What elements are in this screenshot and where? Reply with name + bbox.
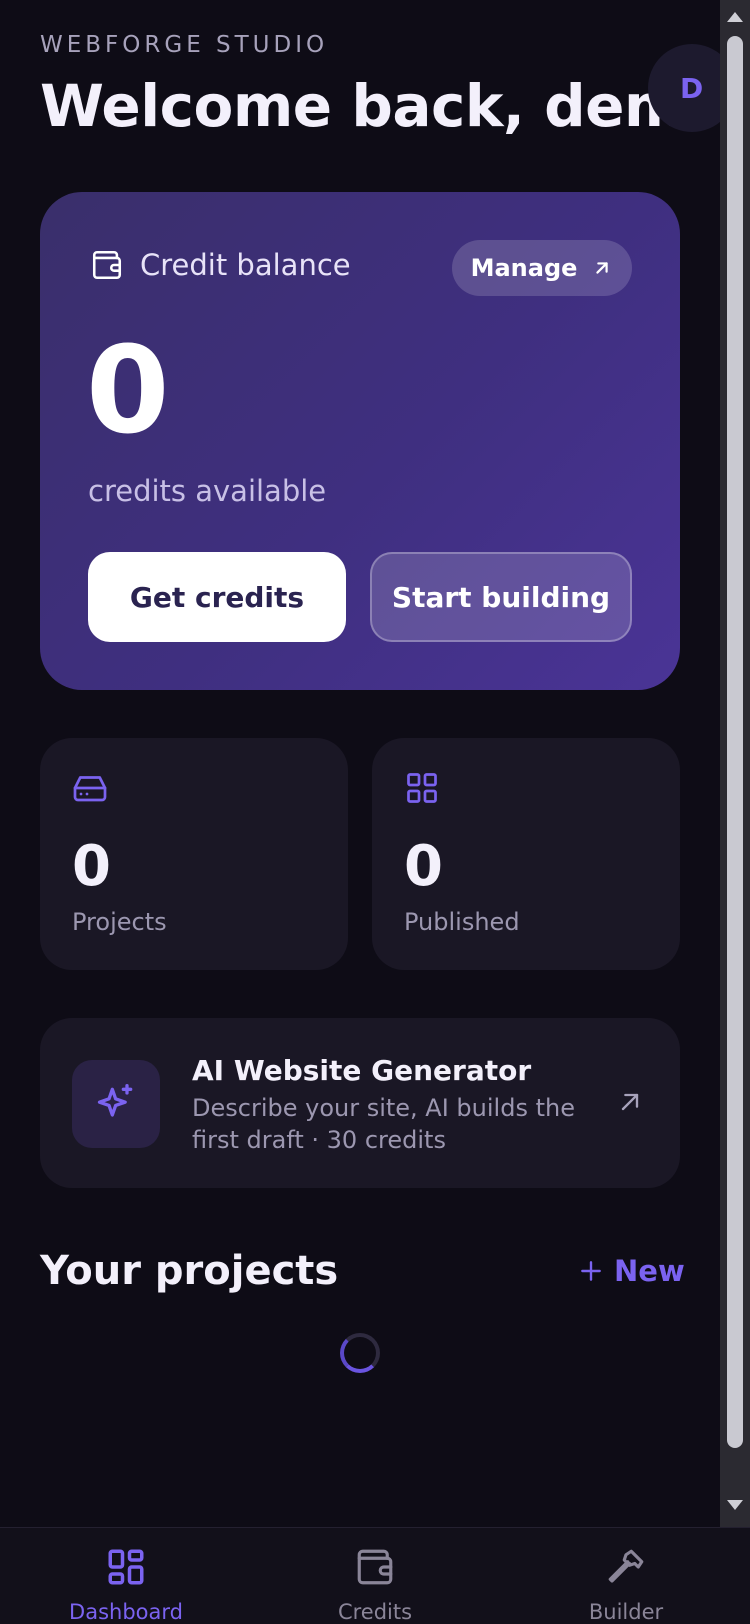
stat-label: Projects: [72, 908, 167, 936]
scroll-up-arrow-icon[interactable]: [727, 12, 743, 22]
dashboard-page: WEBFORGE STUDIO Welcome back, demo D Cre…: [0, 0, 720, 1527]
nav-label: Credits: [337, 1600, 413, 1624]
brand-eyebrow: WEBFORGE STUDIO: [40, 32, 329, 58]
drive-icon: [73, 776, 107, 802]
hammer-icon: [608, 1549, 644, 1583]
nav-item-credits[interactable]: Credits: [295, 1546, 455, 1624]
wallet-icon: [92, 250, 122, 280]
credit-balance-value: 0: [86, 322, 170, 461]
scrollbar-thumb[interactable]: [727, 36, 743, 1448]
plus-icon: [581, 1261, 601, 1281]
ai-generator-description: Describe your site, AI builds the first …: [192, 1094, 575, 1154]
sparkles-icon: [97, 1084, 133, 1117]
ai-website-generator-card[interactable]: AI Website Generator Describe your site,…: [40, 1018, 680, 1188]
manage-credits-button[interactable]: Manage: [452, 240, 632, 296]
vertical-scrollbar[interactable]: [720, 0, 750, 1527]
nav-item-builder[interactable]: Builder: [546, 1546, 706, 1624]
arrow-up-right-icon: [621, 1093, 639, 1111]
page-title: Welcome back, demo: [40, 72, 720, 140]
stat-label: Published: [404, 908, 520, 936]
stat-value: 0: [72, 834, 111, 899]
ai-generator-title: AI Website Generator: [192, 1054, 532, 1087]
new-project-label: New: [614, 1254, 685, 1288]
scroll-down-arrow-icon[interactable]: [727, 1500, 743, 1510]
loading-spinner: [340, 1333, 380, 1373]
projects-section-title: Your projects: [40, 1248, 339, 1294]
nav-label: Dashboard: [69, 1600, 183, 1624]
bottom-navigation: Dashboard Credits Builder: [0, 1527, 750, 1624]
credit-balance-caption: credits available: [88, 474, 327, 508]
get-credits-button[interactable]: Get credits: [88, 552, 346, 642]
start-building-button[interactable]: Start building: [370, 552, 632, 642]
new-project-button[interactable]: New: [578, 1254, 685, 1288]
credit-balance-header: Credit balance: [90, 248, 351, 282]
wallet-icon: [357, 1549, 393, 1585]
stat-card-published[interactable]: 0 Published: [372, 738, 680, 970]
stat-value: 0: [404, 834, 443, 899]
stat-card-projects[interactable]: 0 Projects: [40, 738, 348, 970]
credit-balance-title: Credit balance: [140, 248, 351, 282]
credit-balance-card: Credit balance Manage 0 credits availabl…: [40, 192, 680, 690]
arrow-up-right-icon: [596, 262, 609, 274]
nav-item-dashboard[interactable]: Dashboard: [46, 1546, 206, 1624]
grid-icon: [407, 773, 437, 803]
nav-label: Builder: [588, 1600, 664, 1624]
manage-label: Manage: [470, 254, 578, 282]
dashboard-icon: [108, 1549, 144, 1585]
ai-icon-box: [72, 1060, 160, 1148]
